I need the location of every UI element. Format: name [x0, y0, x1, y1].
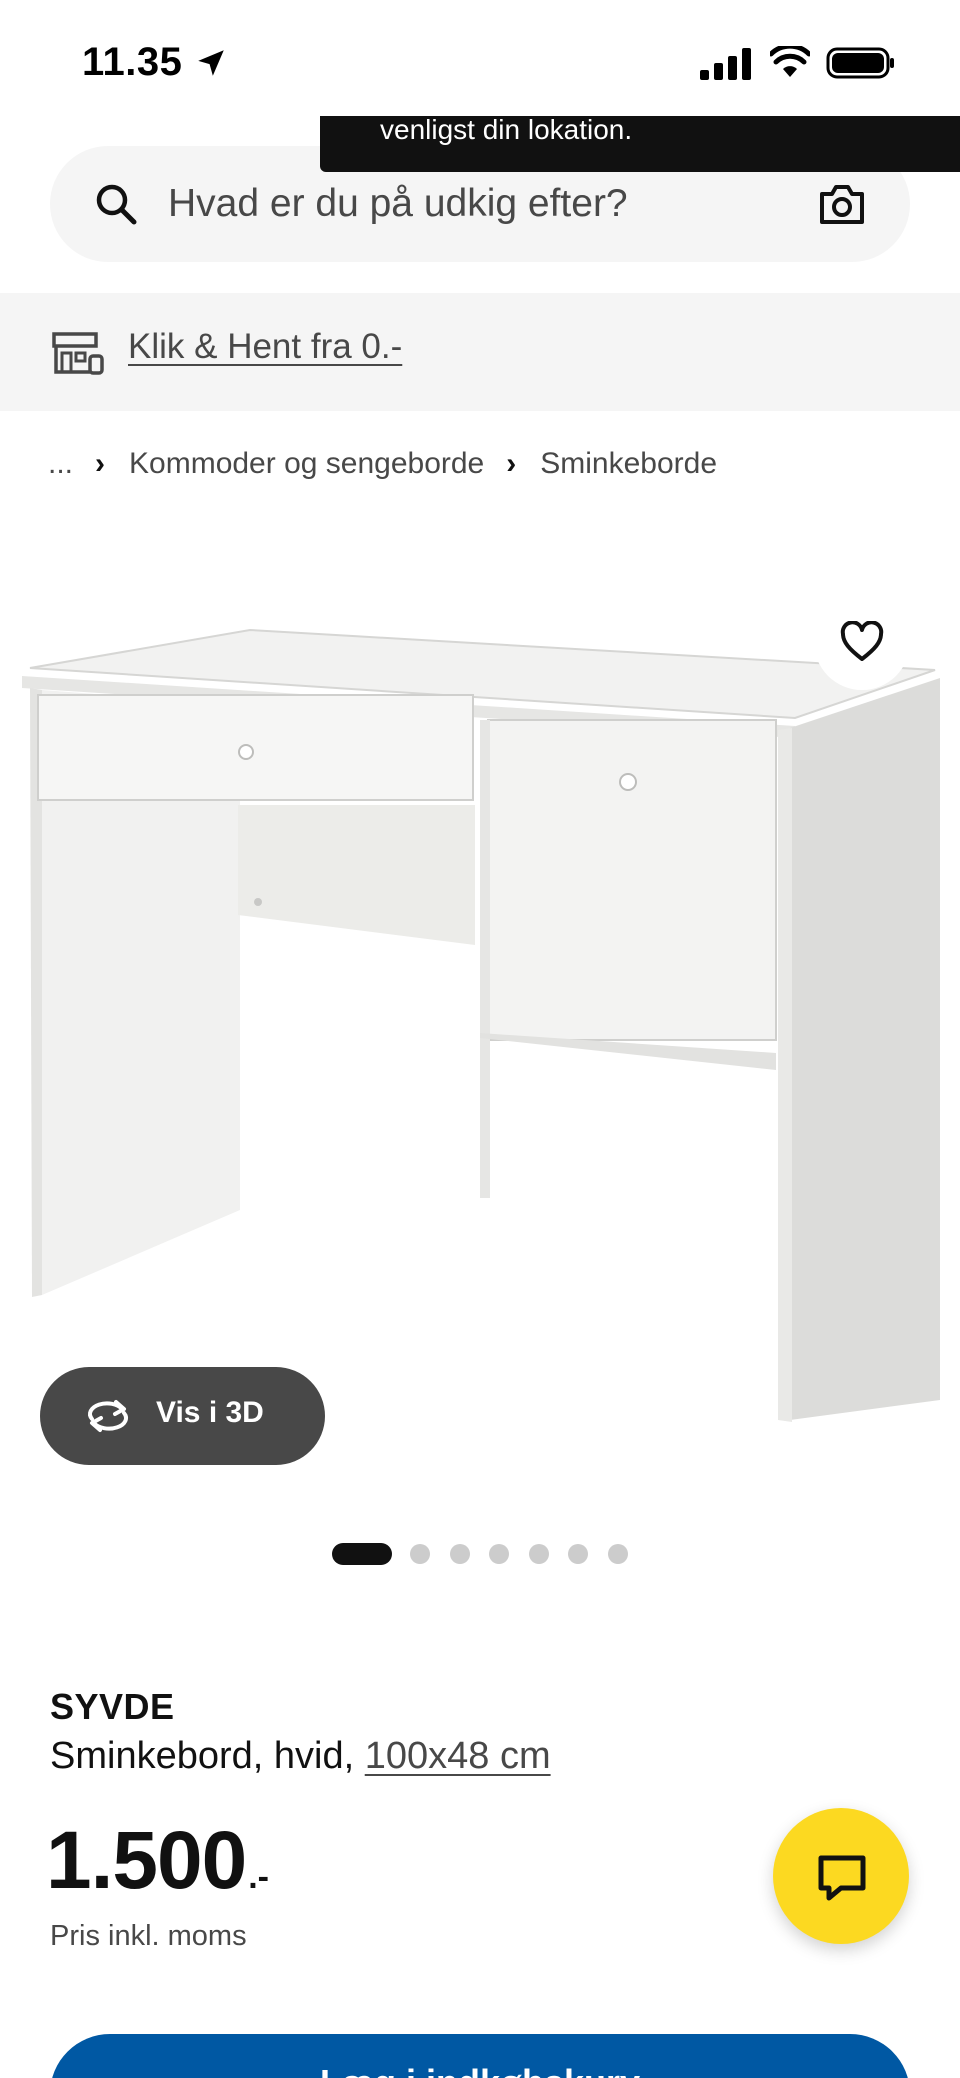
camera-icon[interactable]: [818, 182, 866, 226]
cellular-signal-icon: [700, 48, 751, 80]
add-to-cart-button[interactable]: Læg i indkøbskurv: [50, 2034, 910, 2078]
price-note: Pris inkl. moms: [50, 1920, 247, 1952]
product-price: 1.500 .-: [46, 1818, 269, 1904]
battery-icon: [826, 47, 894, 79]
product-name: SYVDE: [50, 1686, 175, 1727]
carousel-pagination: [332, 1543, 647, 1565]
carousel-dot-active[interactable]: [332, 1543, 392, 1565]
heart-icon: [840, 621, 884, 661]
product-size-link[interactable]: 100x48 cm: [365, 1735, 551, 1777]
search-icon[interactable]: [94, 182, 138, 226]
toast-text: venligst din lokation.: [380, 116, 633, 145]
status-time: 11.35: [82, 40, 183, 84]
carousel-dot[interactable]: [568, 1544, 588, 1564]
status-bar: 11.35: [0, 0, 960, 120]
breadcrumb: ... › Kommoder og sengeborde › Sminkebor…: [48, 444, 717, 484]
click-collect-link[interactable]: Klik & Hent fra 0.-: [128, 327, 402, 367]
breadcrumb-item-sminkeborde[interactable]: Sminkeborde: [540, 447, 717, 481]
carousel-dot[interactable]: [489, 1544, 509, 1564]
view-3d-button[interactable]: Vis i 3D: [40, 1367, 325, 1465]
carousel-dot[interactable]: [528, 1544, 549, 1564]
price-integer: 1.500: [46, 1815, 247, 1906]
breadcrumb-separator-icon: ›: [506, 447, 517, 480]
price-suffix: .-: [248, 1858, 269, 1896]
product-description-text: Sminkebord, hvid,: [50, 1735, 365, 1777]
carousel-dot[interactable]: [449, 1544, 470, 1564]
rotate-3d-icon: [88, 1400, 128, 1432]
view-3d-label: Vis i 3D: [156, 1396, 264, 1429]
chat-button[interactable]: [773, 1808, 909, 1944]
product-description: Sminkebord, hvid, 100x48 cm: [50, 1735, 551, 1778]
search-input[interactable]: [168, 180, 788, 228]
breadcrumb-item-kommoder[interactable]: Kommoder og sengeborde: [129, 447, 484, 481]
location-toast: venligst din lokation.: [320, 116, 960, 172]
carousel-dot[interactable]: [410, 1544, 430, 1564]
location-arrow-icon: [198, 50, 224, 76]
favorite-button[interactable]: [814, 594, 910, 690]
breadcrumb-separator-icon: ›: [95, 447, 106, 480]
carousel-dot[interactable]: [607, 1544, 628, 1564]
breadcrumb-ellipsis[interactable]: ...: [48, 447, 73, 481]
wifi-icon: [770, 46, 810, 77]
store-icon: [52, 332, 104, 375]
add-to-cart-label: Læg i indkøbskurv: [50, 2062, 910, 2078]
chat-bubble-icon: [818, 1855, 866, 1901]
